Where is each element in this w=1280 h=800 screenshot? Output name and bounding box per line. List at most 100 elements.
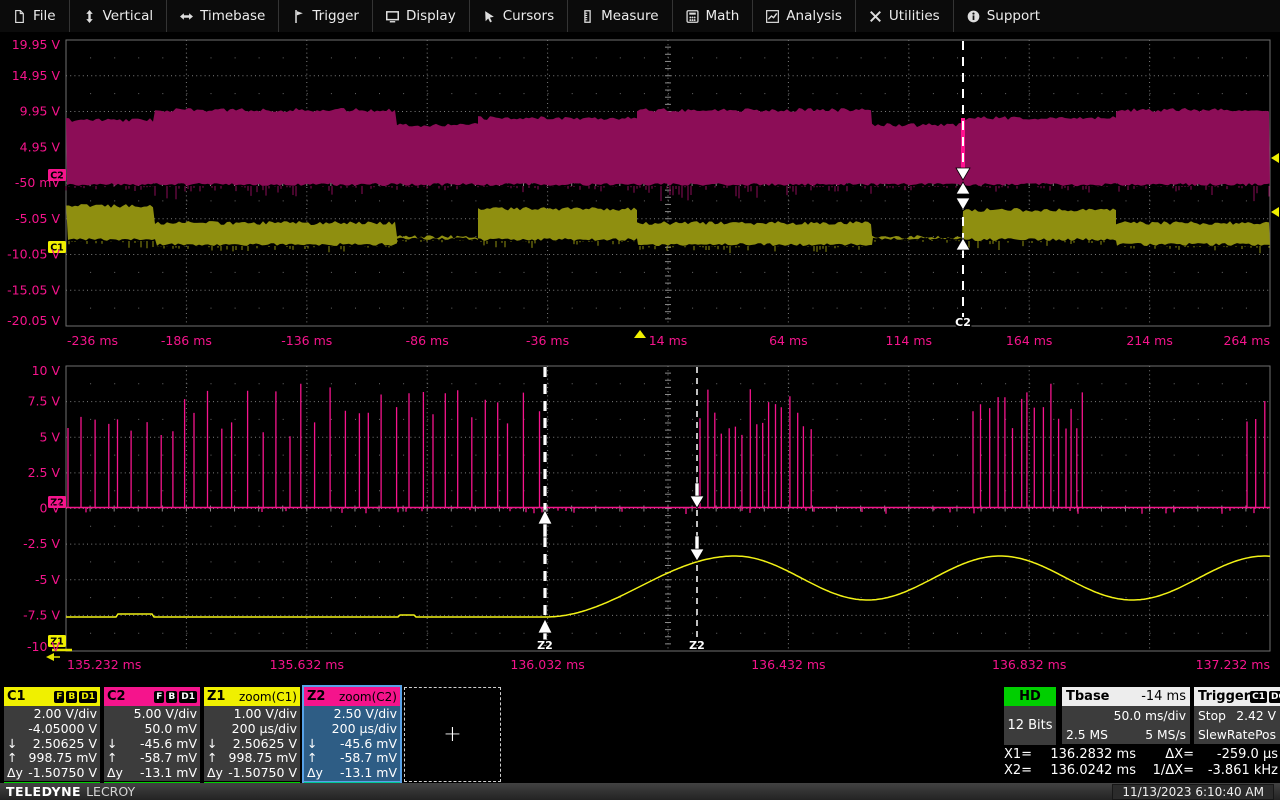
svg-text:135.632 ms: 135.632 ms bbox=[270, 657, 344, 672]
menu-timebase[interactable]: Timebase bbox=[166, 0, 278, 32]
add-trace-box[interactable]: + bbox=[404, 687, 501, 782]
menu-analysis[interactable]: Analysis bbox=[752, 0, 855, 32]
trigger-icon bbox=[292, 10, 305, 23]
svg-text:136.032 ms: 136.032 ms bbox=[510, 657, 584, 672]
menu-bar: File Vertical Timebase Trigger Display Cursor… bbox=[0, 0, 1280, 32]
trigger-slope: Pos bbox=[1255, 728, 1276, 742]
descriptor-row: 1.00 V/div bbox=[207, 707, 297, 722]
svg-text:19.95 V: 19.95 V bbox=[12, 37, 61, 52]
svg-text:64 ms: 64 ms bbox=[769, 333, 808, 348]
svg-text:-136 ms: -136 ms bbox=[281, 333, 332, 348]
timebase-scale: 50.0 ms/div bbox=[1114, 709, 1186, 723]
descriptor-row: ↓2.50625 V bbox=[7, 737, 97, 752]
descriptor-values: 1.00 V/div200 µs/div↓2.50625 V↑998.75 mV… bbox=[204, 706, 300, 781]
menu-trigger[interactable]: Trigger bbox=[278, 0, 372, 32]
badge-d1: D1 bbox=[179, 691, 197, 703]
descriptor-header: Z2 zoom(C2) bbox=[304, 687, 400, 706]
brand-logo: TELEDYNELECROY bbox=[6, 784, 135, 799]
descriptor-row: Δy-13.1 mV bbox=[307, 766, 397, 781]
svg-text:-36 ms: -36 ms bbox=[526, 333, 569, 348]
timebase-icon bbox=[180, 10, 193, 23]
svg-text:-236 ms: -236 ms bbox=[67, 333, 118, 348]
trigger-level: 2.42 V bbox=[1236, 709, 1276, 723]
vertical-icon bbox=[83, 10, 96, 23]
channel-id: C1 bbox=[7, 689, 26, 704]
menu-cursors[interactable]: Cursors bbox=[469, 0, 567, 32]
bits-label: 12 Bits bbox=[1004, 706, 1056, 745]
svg-text:5 V: 5 V bbox=[40, 429, 61, 444]
zoom-source-label: zoom(C2) bbox=[339, 690, 397, 704]
analysis-icon bbox=[766, 10, 779, 23]
menu-utilities[interactable]: Utilities bbox=[855, 0, 953, 32]
menu-label: Vertical bbox=[103, 8, 154, 24]
menu-label: Math bbox=[706, 8, 740, 24]
trigger-level-marker-lower[interactable] bbox=[1271, 207, 1279, 217]
badge-f: F bbox=[54, 691, 64, 703]
menu-label: Timebase bbox=[200, 8, 265, 24]
descriptor-header: Z1zoom(C1) bbox=[204, 687, 300, 706]
menu-label: Display bbox=[406, 8, 456, 24]
datetime: 11/13/2023 6:10:40 AM bbox=[1112, 784, 1274, 800]
svg-text:-10 V: -10 V bbox=[27, 639, 60, 654]
svg-text:Z2: Z2 bbox=[537, 639, 553, 652]
svg-text:135.232 ms: 135.232 ms bbox=[67, 657, 141, 672]
timebase-panel[interactable]: Tbase -14 ms 50.0 ms/div 2.5 MS 5 MS/s bbox=[1062, 687, 1190, 744]
svg-text:264 ms: 264 ms bbox=[1223, 333, 1270, 348]
status-bar: TELEDYNELECROY 11/13/2023 6:10:40 AM bbox=[0, 783, 1280, 800]
trigger-level-marker-upper[interactable] bbox=[1271, 153, 1279, 163]
descriptor-row: 5.00 V/div bbox=[107, 707, 197, 722]
descriptor-z2[interactable]: Z2zoom(C2)2.50 V/div200 µs/div↓-45.6 mV↑… bbox=[304, 687, 400, 781]
trigger-type: SlewRate bbox=[1198, 728, 1255, 742]
trigger-time-marker[interactable] bbox=[634, 330, 646, 338]
timebase-samples: 2.5 MS bbox=[1066, 728, 1108, 742]
menu-label: Support bbox=[987, 8, 1040, 24]
svg-text:-20.05 V: -20.05 V bbox=[7, 313, 60, 328]
menu-label: Measure bbox=[601, 8, 658, 24]
descriptor-row: 200 µs/div bbox=[207, 722, 297, 737]
svg-text:164 ms: 164 ms bbox=[1006, 333, 1053, 348]
svg-text:Z2: Z2 bbox=[689, 639, 705, 652]
menu-file[interactable]: File bbox=[0, 0, 69, 32]
svg-text:136.432 ms: 136.432 ms bbox=[751, 657, 825, 672]
x2-value: 136.0242 ms bbox=[1042, 763, 1136, 779]
channel-descriptor-row: C1FBD12.00 V/div-4.05000 V↓2.50625 V↑998… bbox=[4, 687, 400, 781]
menu-display[interactable]: Display bbox=[372, 0, 469, 32]
trigger-badges: C1DC bbox=[1250, 691, 1280, 703]
menu-label: Trigger bbox=[312, 8, 359, 24]
descriptor-row: ↑-58.7 mV bbox=[107, 751, 197, 766]
menu-measure[interactable]: Measure bbox=[567, 0, 671, 32]
timebase-rate: 5 MS/s bbox=[1145, 728, 1186, 742]
scope-display[interactable]: C2Z2Z2C2C1Z2Z119.95 V14.95 V9.95 V4.95 V… bbox=[0, 0, 1280, 800]
utilities-icon bbox=[869, 10, 882, 23]
menu-vertical[interactable]: Vertical bbox=[69, 0, 167, 32]
channel-id: Z2 bbox=[307, 689, 325, 704]
descriptor-row: Δy-13.1 mV bbox=[107, 766, 197, 781]
menu-label: Utilities bbox=[889, 8, 940, 24]
cursors-icon bbox=[483, 10, 496, 23]
svg-text:136.832 ms: 136.832 ms bbox=[992, 657, 1066, 672]
descriptor-row: 2.50 V/div bbox=[307, 707, 397, 722]
support-icon bbox=[967, 10, 980, 23]
menu-label: Analysis bbox=[786, 8, 842, 24]
x1-label: X1= bbox=[1004, 747, 1042, 763]
descriptor-c1[interactable]: C1FBD12.00 V/div-4.05000 V↓2.50625 V↑998… bbox=[4, 687, 100, 781]
invdx-value: -3.861 kHz bbox=[1194, 763, 1278, 779]
acquisition-panel[interactable]: HD 12 Bits bbox=[1004, 687, 1056, 745]
svg-text:-186 ms: -186 ms bbox=[161, 333, 212, 348]
oscilloscope-app: File Vertical Timebase Trigger Display Cursor… bbox=[0, 0, 1280, 800]
menu-support[interactable]: Support bbox=[953, 0, 1053, 32]
trigger-panel[interactable]: Trigger C1DC Stop 2.42 V SlewRate Pos bbox=[1194, 687, 1280, 744]
c1-waveform bbox=[66, 204, 1270, 246]
file-icon bbox=[13, 10, 26, 23]
descriptor-row: ↓-45.6 mV bbox=[107, 737, 197, 752]
descriptor-c2[interactable]: C2FBD15.00 V/div50.0 mV↓-45.6 mV↑-58.7 m… bbox=[104, 687, 200, 781]
descriptor-z1[interactable]: Z1zoom(C1)1.00 V/div200 µs/div↓2.50625 V… bbox=[204, 687, 300, 781]
svg-text:-5 V: -5 V bbox=[35, 572, 60, 587]
x1-value: 136.2832 ms bbox=[1042, 747, 1136, 763]
plus-icon: + bbox=[443, 724, 461, 746]
badge-d1: D1 bbox=[79, 691, 97, 703]
menu-math[interactable]: Math bbox=[672, 0, 753, 32]
descriptor-row: 50.0 mV bbox=[107, 722, 197, 737]
badge-f: F bbox=[154, 691, 164, 703]
descriptor-header: C2FBD1 bbox=[104, 687, 200, 706]
